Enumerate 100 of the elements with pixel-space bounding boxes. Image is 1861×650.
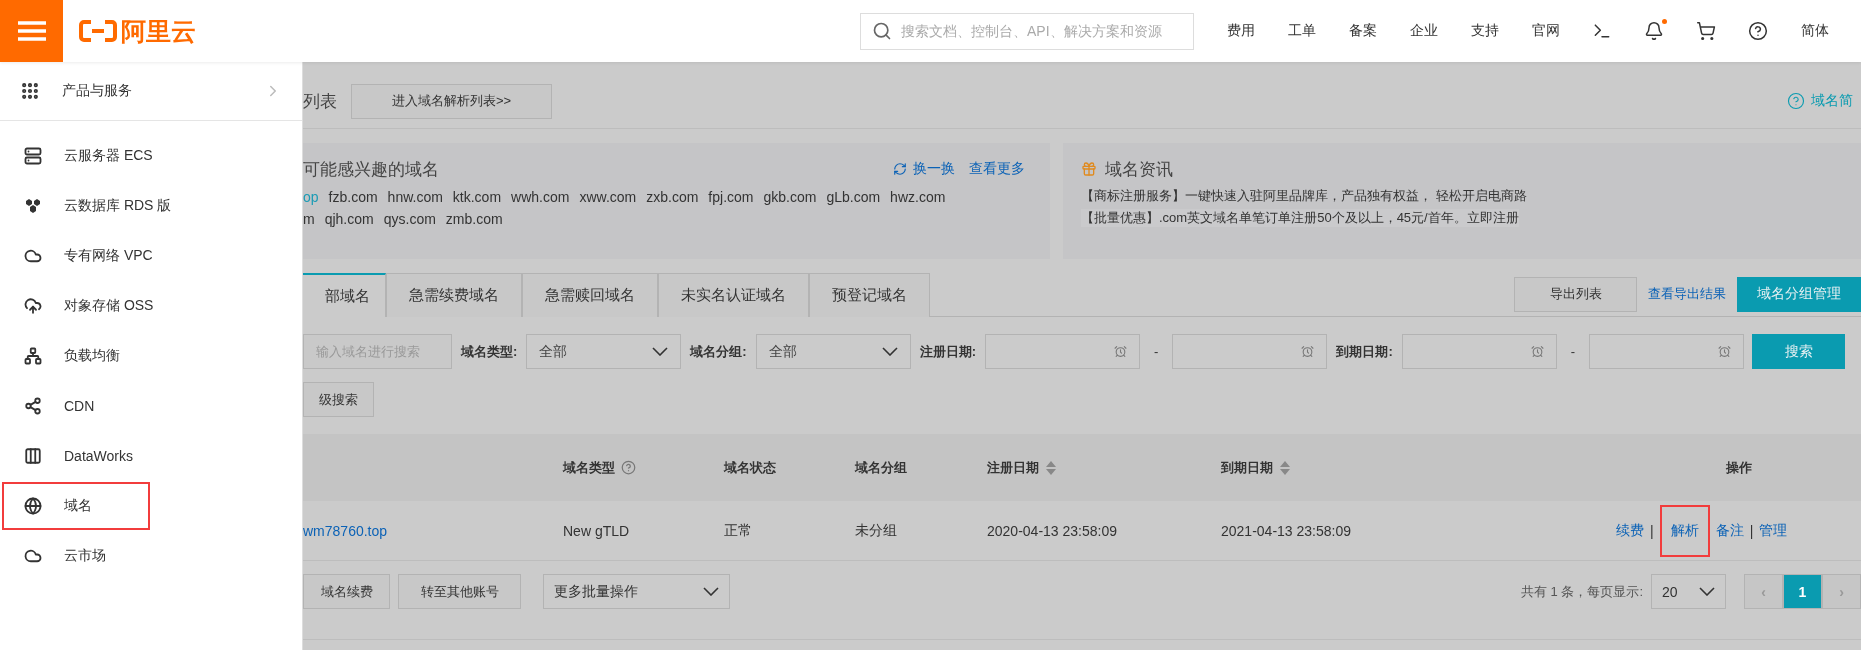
domain-link[interactable]: ktk.com xyxy=(452,189,502,205)
sidebar-item[interactable]: 域名 xyxy=(2,482,150,530)
tab[interactable]: 急需续费域名 xyxy=(386,273,522,317)
sidebar-item[interactable]: 专有网络 VPC xyxy=(2,232,155,280)
sidebar-item[interactable]: 云服务器 ECS xyxy=(2,132,155,180)
nav-link[interactable]: 官网 xyxy=(1532,22,1560,40)
table-cell-text: 正常 xyxy=(724,521,753,540)
nav-link[interactable]: 工单 xyxy=(1288,22,1316,40)
nav-link[interactable]: 备案 xyxy=(1349,22,1377,40)
sidebar-item[interactable]: 云数据库 RDS 版 xyxy=(2,182,174,230)
domain-link[interactable]: fpj.com xyxy=(708,189,754,205)
domain-link[interactable]: qys.com xyxy=(383,211,436,227)
sort-icon xyxy=(1279,459,1291,476)
batch-select[interactable]: 更多批量操作 xyxy=(543,574,730,609)
column-header[interactable]: 到期日期 xyxy=(1221,458,1616,477)
domain-link[interactable]: qjh.com xyxy=(324,211,374,227)
domain-link[interactable]: fzb.com xyxy=(328,189,378,205)
item-label: 域名 xyxy=(64,497,92,515)
tab[interactable]: 部域名 xyxy=(303,273,386,317)
export-button[interactable]: 导出列表 xyxy=(1514,276,1637,312)
total-text: 共有 1 条，每页显示: xyxy=(1520,582,1643,601)
page-size-select[interactable]: 20 xyxy=(1651,574,1726,609)
domain-link[interactable]: gLb.com xyxy=(826,189,881,205)
help-icon xyxy=(1748,21,1768,41)
domain-link[interactable]: zxb.com xyxy=(646,189,699,205)
filter-label: 注册日期: xyxy=(919,342,977,361)
advanced-search-button[interactable]: 级搜索 xyxy=(303,382,374,417)
filter-label: 域名分组: xyxy=(690,342,747,361)
logo-icon xyxy=(79,19,117,43)
panel-title: 域名资讯 xyxy=(1105,158,1173,181)
notification-dot xyxy=(1662,19,1667,24)
news-text[interactable]: 【批量优惠】.com英文域名单笔订单注册50个及以上，45元/首年。立即注册 xyxy=(1081,209,1519,227)
action-link[interactable]: 续费 xyxy=(1616,521,1644,540)
products-menu[interactable]: 产品与服务 xyxy=(0,62,302,121)
sidebar-item[interactable]: CDN xyxy=(2,382,97,430)
domain-link[interactable]: gkb.com xyxy=(763,189,817,205)
date-field[interactable] xyxy=(1172,334,1328,369)
page-title: 列表 xyxy=(303,90,337,113)
transfer-button[interactable]: 转至其他账号 xyxy=(398,574,521,609)
chevron-down-icon xyxy=(703,587,719,596)
cart-icon xyxy=(1696,21,1716,41)
domain-link[interactable]: wm78760.top xyxy=(303,522,563,539)
chevron-down-icon xyxy=(1699,587,1715,596)
date-field[interactable] xyxy=(1589,334,1745,369)
column-header: 域名类型 xyxy=(563,458,724,477)
news-text[interactable]: 【商标注册服务】一键快速入驻阿里品牌库，产品独有权益， 轻松开启电商路 xyxy=(1081,187,1527,205)
terminal-button[interactable] xyxy=(1592,21,1612,41)
sidebar-item[interactable]: 云市场 xyxy=(2,532,108,580)
group-select[interactable]: 全部 xyxy=(755,334,911,369)
tab[interactable]: 急需赎回域名 xyxy=(522,273,658,317)
refresh-link[interactable]: 换一换 xyxy=(893,160,955,178)
table-cell-text: New gTLD xyxy=(563,522,631,539)
filter-label: 域名类型: xyxy=(461,342,518,361)
renew-button[interactable]: 域名续费 xyxy=(303,574,390,609)
column-header: 域名状态 xyxy=(724,458,777,477)
clock-icon xyxy=(1530,345,1544,358)
cart-button[interactable] xyxy=(1696,21,1716,41)
tab[interactable]: 未实名认证域名 xyxy=(658,273,809,317)
sidebar-item[interactable]: 负载均衡 xyxy=(2,332,122,380)
more-link[interactable]: 查看更多 xyxy=(969,160,1025,178)
domain-link[interactable]: xww.com xyxy=(579,189,637,205)
date-field[interactable] xyxy=(1401,334,1557,369)
item-label: 云数据库 RDS 版 xyxy=(64,197,172,215)
search-icon xyxy=(872,20,892,41)
item-label: 云市场 xyxy=(64,547,106,565)
action-link[interactable]: 备注 xyxy=(1715,521,1744,540)
domain-link[interactable]: m xyxy=(303,211,315,227)
terminal-icon xyxy=(1592,21,1612,41)
resolve-list-button[interactable]: 进入域名解析列表>> xyxy=(351,83,552,119)
action-link[interactable]: 解析 xyxy=(1659,504,1710,557)
menu-button[interactable] xyxy=(0,0,63,62)
columns-icon xyxy=(24,447,42,465)
column-header[interactable]: 注册日期 xyxy=(987,458,1221,477)
export-result-link[interactable]: 查看导出结果 xyxy=(1648,285,1726,303)
nav-link[interactable]: 费用 xyxy=(1227,22,1255,40)
bell-button[interactable] xyxy=(1644,21,1664,41)
range-dash: - xyxy=(1570,344,1576,359)
domain-link[interactable]: zmb.com xyxy=(445,211,503,227)
globe-icon xyxy=(24,497,42,515)
nav-link[interactable]: 企业 xyxy=(1410,22,1438,40)
type-select[interactable]: 全部 xyxy=(526,334,682,369)
language-link[interactable]: 简体 xyxy=(1801,22,1829,40)
clock-icon xyxy=(1718,345,1732,358)
refresh-icon xyxy=(893,162,907,176)
tab[interactable]: 预登记域名 xyxy=(809,273,930,317)
server-icon xyxy=(24,147,42,165)
domain-link[interactable]: hwz.com xyxy=(890,189,946,205)
search-field[interactable]: 搜索文档、控制台、API、解决方案和资源 xyxy=(860,12,1194,50)
sidebar-item[interactable]: DataWorks xyxy=(2,432,135,480)
domain-link[interactable]: hnw.com xyxy=(387,189,443,205)
column-header: 域名分组 xyxy=(855,458,908,477)
nav-link[interactable]: 支持 xyxy=(1471,22,1499,40)
filter-label: 到期日期: xyxy=(1336,342,1393,361)
sidebar-item[interactable]: 对象存储 OSS xyxy=(2,282,156,330)
help-button[interactable] xyxy=(1748,21,1768,41)
action-link[interactable]: 管理 xyxy=(1759,521,1788,540)
cloud-icon xyxy=(24,547,42,565)
date-field[interactable] xyxy=(985,334,1141,369)
domain-link[interactable]: wwh.com xyxy=(511,189,570,205)
bell-icon xyxy=(1644,21,1664,41)
